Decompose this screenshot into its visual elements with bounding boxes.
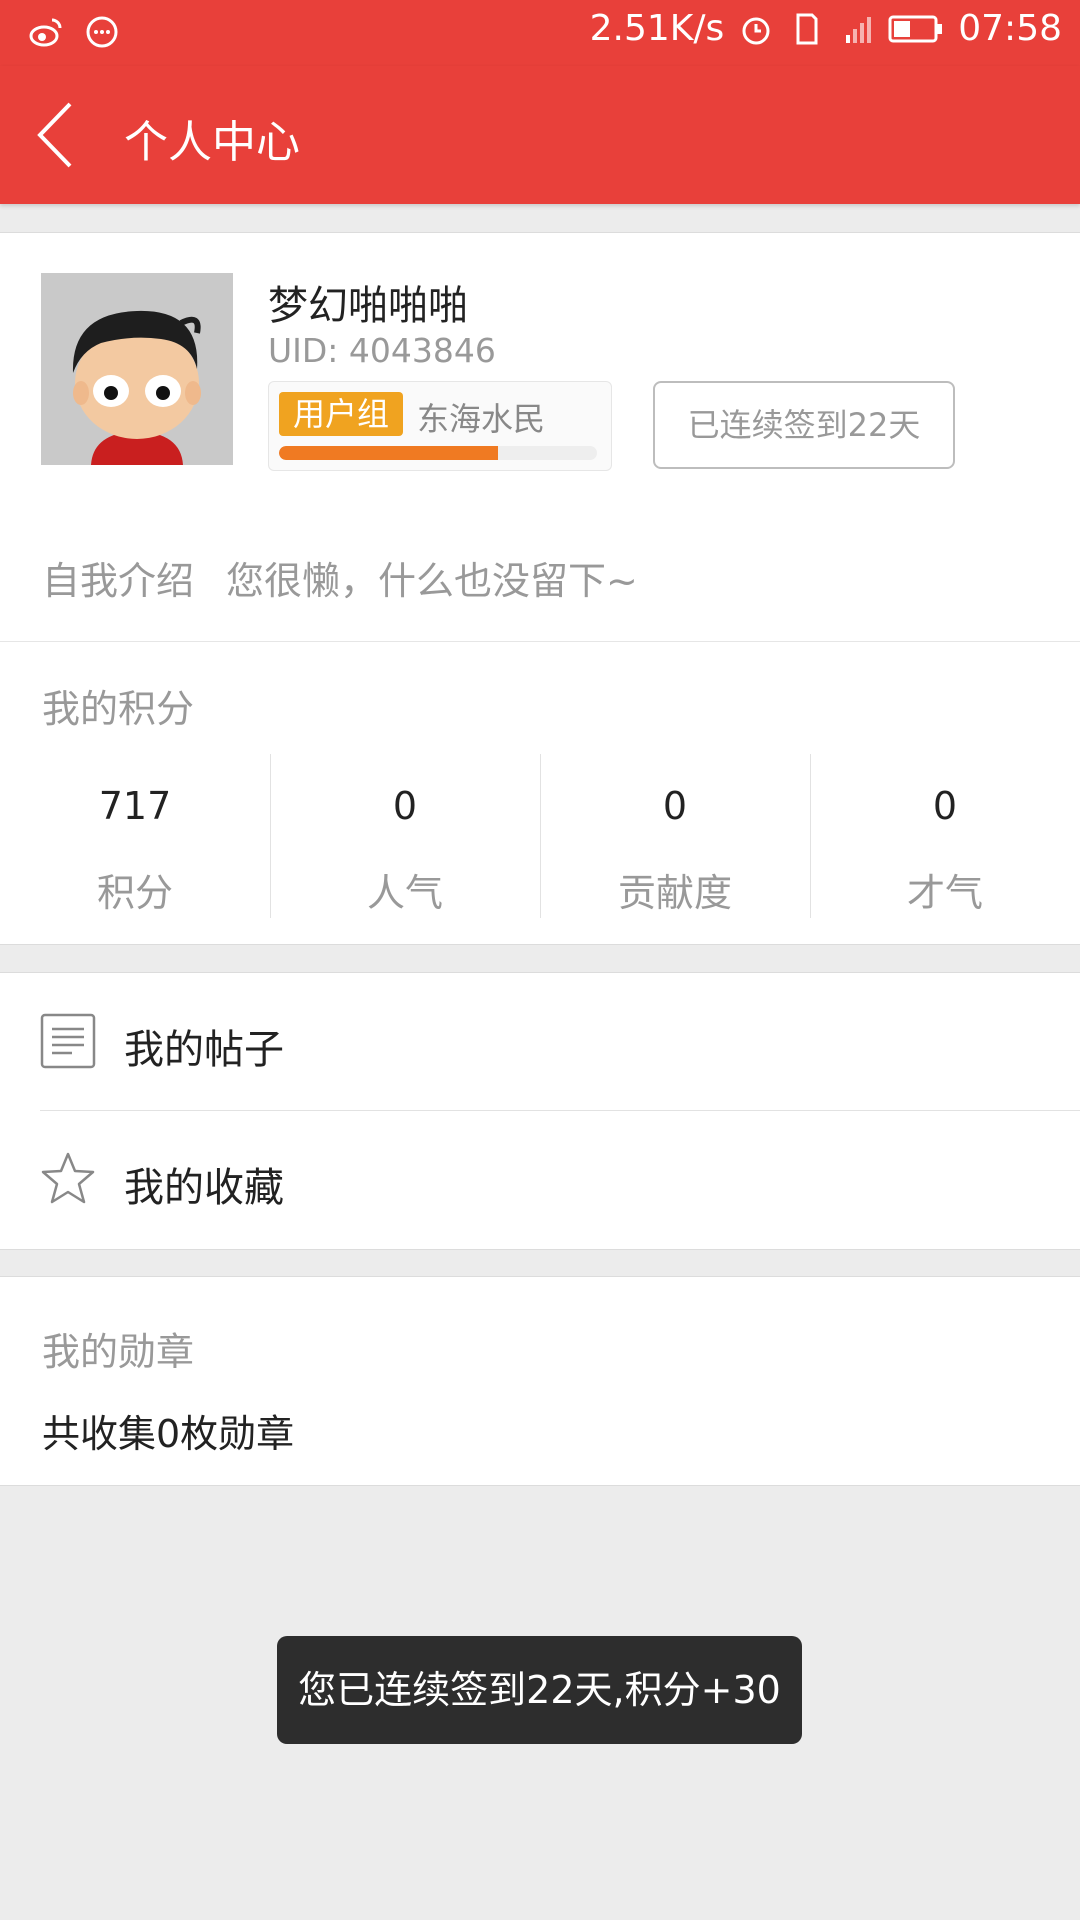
profile-card: 梦幻啪啪啪 UID: 4043846 用户组 东海水民 已连续签到22天 bbox=[0, 232, 1080, 506]
clock: 07:58 bbox=[958, 8, 1062, 49]
level-progress-fill bbox=[279, 446, 499, 460]
menu-item-my-posts[interactable]: 我的帖子 bbox=[0, 973, 1080, 1111]
menu-item-label: 我的收藏 bbox=[124, 1165, 284, 1211]
stat-value: 0 bbox=[932, 784, 958, 828]
stat-popularity[interactable]: 0 人气 bbox=[270, 754, 540, 918]
points-title: 我的积分 bbox=[42, 687, 195, 731]
medals-title: 我的勋章 bbox=[42, 1330, 195, 1374]
level-progress-bar bbox=[279, 446, 597, 460]
sim-card-icon bbox=[796, 13, 818, 44]
menu-item-label: 我的帖子 bbox=[124, 1027, 284, 1073]
intro-text: 您很懒，什么也没留下~ bbox=[226, 559, 638, 603]
stat-label: 贡献度 bbox=[617, 871, 732, 915]
app-bar: 个人中心 bbox=[0, 66, 1080, 204]
username: 梦幻啪啪啪 bbox=[268, 283, 468, 329]
stat-talent[interactable]: 0 才气 bbox=[810, 754, 1080, 918]
intro-label: 自我介绍 bbox=[42, 559, 195, 603]
stat-points[interactable]: 717 积分 bbox=[0, 754, 270, 918]
points-section: 我的积分 717 积分 0 人气 0 贡献度 0 才气 bbox=[0, 641, 1080, 945]
toast-message: 您已连续签到22天,积分+30 bbox=[277, 1636, 802, 1744]
user-group-name: 东海水民 bbox=[417, 400, 546, 438]
signal-icon bbox=[846, 16, 872, 43]
star-icon bbox=[41, 1152, 95, 1204]
medals-section[interactable]: 我的勋章 共收集0枚勋章 bbox=[0, 1276, 1080, 1486]
page-title: 个人中心 bbox=[124, 117, 300, 168]
points-stats: 717 积分 0 人气 0 贡献度 0 才气 bbox=[0, 754, 1080, 918]
status-right: 2.51K/s 07:58 bbox=[590, 8, 1062, 49]
menu-list: 我的帖子 我的收藏 bbox=[0, 972, 1080, 1250]
document-icon bbox=[40, 1013, 96, 1069]
stat-contribution[interactable]: 0 贡献度 bbox=[540, 754, 810, 918]
avatar-cartoon-image bbox=[41, 273, 233, 465]
chat-bubble-icon bbox=[86, 16, 118, 48]
menu-item-my-favorites[interactable]: 我的收藏 bbox=[0, 1111, 1080, 1248]
battery-icon bbox=[888, 15, 943, 42]
user-group-box: 用户组 东海水民 bbox=[268, 381, 612, 471]
status-bar: 2.51K/s 07:58 bbox=[0, 0, 1080, 66]
user-id: UID: 4043846 bbox=[268, 331, 496, 370]
alarm-icon bbox=[742, 17, 770, 44]
stat-value: 0 bbox=[662, 784, 688, 828]
stat-value: 717 bbox=[98, 784, 172, 828]
weibo-icon bbox=[29, 18, 62, 47]
stat-value: 0 bbox=[392, 784, 418, 828]
intro-row[interactable]: 自我介绍 您很懒，什么也没留下~ bbox=[0, 504, 1080, 642]
signin-button[interactable]: 已连续签到22天 bbox=[653, 381, 955, 469]
stat-label: 人气 bbox=[366, 871, 443, 915]
medals-count: 共收集0枚勋章 bbox=[42, 1412, 295, 1456]
stat-label: 积分 bbox=[96, 871, 173, 915]
stat-label: 才气 bbox=[906, 871, 983, 915]
status-left-icons bbox=[28, 14, 120, 50]
network-speed: 2.51K/s bbox=[589, 8, 725, 49]
chevron-left-icon[interactable] bbox=[32, 100, 78, 170]
user-group-badge: 用户组 bbox=[279, 392, 404, 436]
avatar[interactable] bbox=[41, 273, 233, 465]
